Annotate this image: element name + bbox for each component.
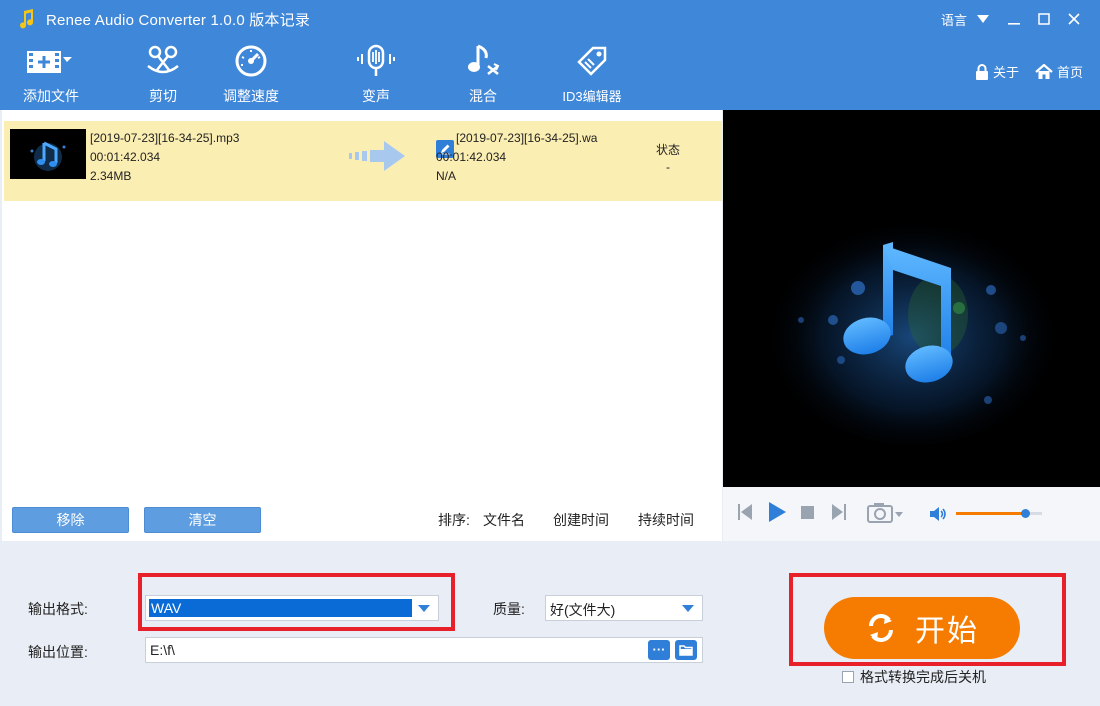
remove-button[interactable]: 移除: [12, 507, 129, 533]
language-menu[interactable]: 语言: [941, 10, 967, 29]
quality-value: 好(文件大): [550, 602, 616, 618]
status-header: 状态: [656, 143, 681, 157]
microphone-icon: [356, 38, 396, 84]
start-button[interactable]: 开始: [824, 597, 1020, 659]
play-icon: [769, 502, 786, 522]
output-format-value: WAV: [149, 599, 412, 617]
speed-button[interactable]: 调整速度: [220, 38, 282, 110]
sort-by-created[interactable]: 创建时间: [553, 510, 609, 530]
id3-editor-button[interactable]: ID3编辑器: [556, 38, 628, 110]
mix-label: 混合: [469, 88, 497, 104]
cut-button[interactable]: 剪切: [138, 38, 188, 110]
home-link[interactable]: 首页: [1035, 62, 1083, 81]
close-button[interactable]: [1064, 9, 1084, 29]
target-file-name: [2019-07-23][16-34-25].wa: [456, 131, 598, 145]
lock-icon: [976, 63, 988, 80]
add-file-label: 添加文件: [23, 88, 79, 104]
chevron-down-icon: [682, 605, 694, 612]
sort-by-duration[interactable]: 持续时间: [638, 510, 694, 530]
skip-back-icon: [738, 504, 752, 520]
add-file-icon: [23, 38, 79, 84]
shutdown-label: 格式转换完成后关机: [860, 669, 986, 685]
volume-slider[interactable]: [956, 509, 1042, 518]
output-format-select[interactable]: WAV: [145, 595, 439, 621]
voice-change-button[interactable]: 变声: [352, 38, 400, 110]
stop-button[interactable]: [801, 506, 814, 519]
output-path-field[interactable]: E:\f\ ···: [145, 637, 703, 663]
file-list: [2019-07-23][16-34-25].mp3 00:01:42.034 …: [2, 110, 722, 541]
more-icon: ···: [652, 642, 666, 657]
source-file-name: [2019-07-23][16-34-25].mp3: [90, 131, 240, 145]
volume-icon[interactable]: [929, 506, 947, 522]
minimize-button[interactable]: [1004, 9, 1024, 29]
maximize-button[interactable]: [1034, 9, 1054, 29]
open-folder-button[interactable]: [675, 640, 697, 660]
mix-button[interactable]: 混合: [462, 38, 504, 110]
previous-button[interactable]: [737, 503, 753, 521]
toolbar: 添加文件 剪切 调整速度 变声 混合 ID3编辑器 关于 首页: [0, 38, 1100, 110]
music-mix-icon: [466, 38, 500, 84]
camera-icon: [867, 503, 903, 523]
window-title: Renee Audio Converter 1.0.0 版本记录: [46, 11, 311, 29]
source-file-size: 2.34MB: [90, 169, 132, 183]
browse-button[interactable]: ···: [648, 640, 670, 660]
screenshot-button[interactable]: [867, 501, 905, 523]
about-link[interactable]: 关于: [975, 62, 1019, 81]
skip-forward-icon: [832, 504, 846, 520]
music-note-artwork-icon: [723, 110, 1100, 487]
stop-icon: [801, 506, 814, 519]
cut-label: 剪切: [149, 88, 177, 104]
home-label: 首页: [1057, 65, 1084, 80]
home-icon: [1035, 63, 1053, 79]
shutdown-option[interactable]: 格式转换完成后关机: [842, 667, 986, 687]
tag-edit-icon: [575, 38, 609, 84]
title-bar: Renee Audio Converter 1.0.0 版本记录 语言: [0, 0, 1100, 38]
chevron-down-icon: [418, 605, 430, 612]
status-value: -: [666, 160, 670, 174]
output-location-label: 输出位置:: [28, 644, 88, 660]
minimize-icon: [1008, 23, 1020, 25]
clear-button[interactable]: 清空: [144, 507, 261, 533]
quality-label: 质量:: [493, 601, 525, 617]
file-row[interactable]: [2019-07-23][16-34-25].mp3 00:01:42.034 …: [4, 121, 722, 201]
output-path-value: E:\f\: [150, 642, 175, 658]
volume-slider-handle[interactable]: [1020, 509, 1030, 518]
language-dropdown-icon[interactable]: [977, 15, 989, 23]
start-label: 开始: [915, 615, 979, 648]
id3-editor-label: ID3编辑器: [562, 89, 622, 104]
play-button[interactable]: [767, 501, 787, 523]
next-button[interactable]: [831, 503, 847, 521]
speedometer-icon: [234, 38, 268, 84]
player-controls: [723, 487, 1100, 541]
voice-change-label: 变声: [362, 88, 390, 104]
shutdown-checkbox[interactable]: [842, 671, 854, 683]
target-file-size: N/A: [436, 169, 457, 183]
app-logo-icon: [16, 9, 36, 29]
close-icon: [1068, 13, 1080, 25]
sort-label: 排序:: [438, 512, 470, 528]
source-file-duration: 00:01:42.034: [90, 150, 161, 164]
scissors-icon: [145, 38, 181, 84]
quality-select[interactable]: 好(文件大): [545, 595, 703, 621]
file-thumbnail: [10, 129, 86, 179]
folder-icon: [679, 645, 693, 656]
target-file-duration: 00:01:42.034: [436, 150, 507, 164]
source-file-info: [2019-07-23][16-34-25].mp3 00:01:42.034 …: [90, 129, 239, 186]
add-file-button[interactable]: 添加文件: [18, 38, 84, 110]
refresh-icon: [869, 614, 893, 642]
sort-by-name[interactable]: 文件名: [483, 510, 525, 530]
maximize-icon: [1038, 13, 1050, 25]
output-format-label: 输出格式:: [28, 601, 88, 617]
convert-arrow-icon: [349, 139, 407, 176]
target-file-info: [2019-07-23][16-34-25].wa 00:01:42.034 N…: [436, 129, 626, 186]
about-label: 关于: [993, 65, 1020, 80]
preview-panel: [723, 110, 1100, 487]
speed-label: 调整速度: [223, 88, 279, 104]
